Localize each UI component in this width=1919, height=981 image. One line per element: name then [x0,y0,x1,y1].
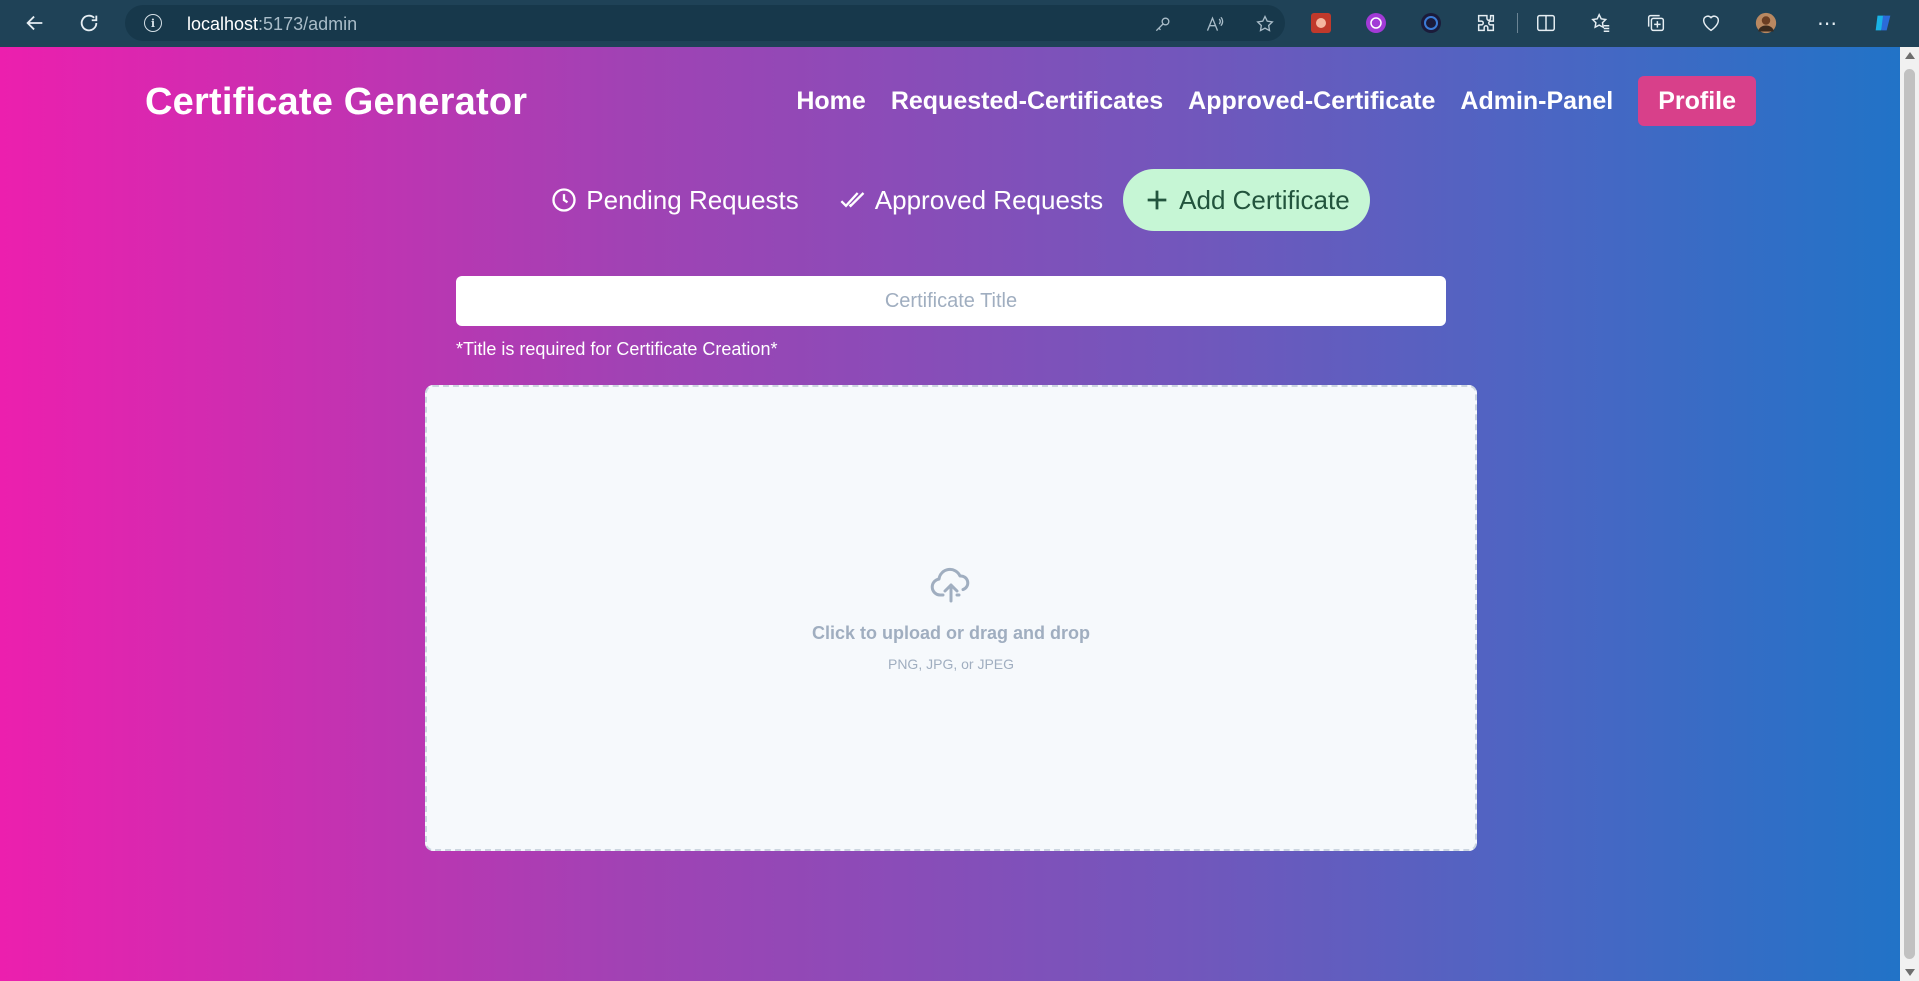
reload-icon [80,14,98,32]
certificate-title-input[interactable] [456,276,1446,326]
collections-icon[interactable] [1643,10,1669,36]
profile-button[interactable]: Profile [1638,76,1756,126]
tab-label: Add Certificate [1179,184,1350,215]
arrow-left-icon [26,15,43,31]
tab-approved-requests[interactable]: Approved Requests [819,169,1123,231]
brand-title[interactable]: Certificate Generator [145,81,527,124]
double-check-icon [840,192,865,208]
profile-avatar[interactable] [1753,10,1779,36]
extension-dark-icon[interactable] [1418,10,1444,36]
nav-admin-panel[interactable]: Admin-Panel [1460,87,1613,116]
nav-home[interactable]: Home [796,87,865,116]
reload-button[interactable] [73,8,105,38]
upload-primary-text: Click to upload or drag and drop [811,622,1090,643]
tab-pending-requests[interactable]: Pending Requests [530,169,818,231]
top-navigation: Home Requested-Certificates Approved-Cer… [771,76,1756,126]
toolbar-divider [1517,13,1518,33]
clock-icon [552,188,576,212]
admin-tabs: Pending Requests Approved Requests Add C… [0,169,1900,231]
nav-requested-certificates[interactable]: Requested-Certificates [891,87,1163,116]
plus-icon [1147,190,1167,210]
browser-toolbar: i localhost:5173/admin ⋯ [0,0,1919,47]
tab-add-certificate[interactable]: Add Certificate [1123,169,1370,231]
key-icon[interactable] [1153,14,1173,34]
favorite-star-icon[interactable] [1255,14,1275,34]
upload-dropzone[interactable]: Click to upload or drag and drop PNG, JP… [425,385,1477,851]
address-bar[interactable]: i localhost:5173/admin [125,5,1285,41]
page-scrollbar[interactable] [1900,47,1919,981]
extension-red-icon[interactable] [1308,10,1334,36]
nav-approved-certificate[interactable]: Approved-Certificate [1188,87,1435,116]
browser-essentials-icon[interactable] [1698,10,1724,36]
read-aloud-icon[interactable] [1205,14,1225,34]
scrollbar-thumb[interactable] [1904,69,1915,959]
split-screen-icon[interactable] [1533,10,1559,36]
app-viewport: Certificate Generator Home Requested-Cer… [0,47,1900,981]
tab-label: Pending Requests [586,184,799,215]
site-info-icon[interactable]: i [144,14,162,32]
address-url: localhost:5173/admin [187,14,358,34]
copilot-icon[interactable] [1870,10,1896,36]
scroll-down-icon[interactable] [1905,969,1915,976]
upload-format-text: PNG, JPG, or JPEG [887,655,1015,672]
title-required-hint: *Title is required for Certificate Creat… [456,339,778,359]
scroll-up-icon[interactable] [1905,52,1915,59]
back-button[interactable] [19,8,51,38]
favorites-icon[interactable] [1588,10,1614,36]
tab-label: Approved Requests [874,184,1104,215]
extensions-puzzle-icon[interactable] [1473,10,1499,36]
more-options-icon[interactable]: ⋯ [1814,10,1840,36]
extension-purple-icon[interactable] [1363,10,1389,36]
cloud-upload-icon [930,567,970,602]
